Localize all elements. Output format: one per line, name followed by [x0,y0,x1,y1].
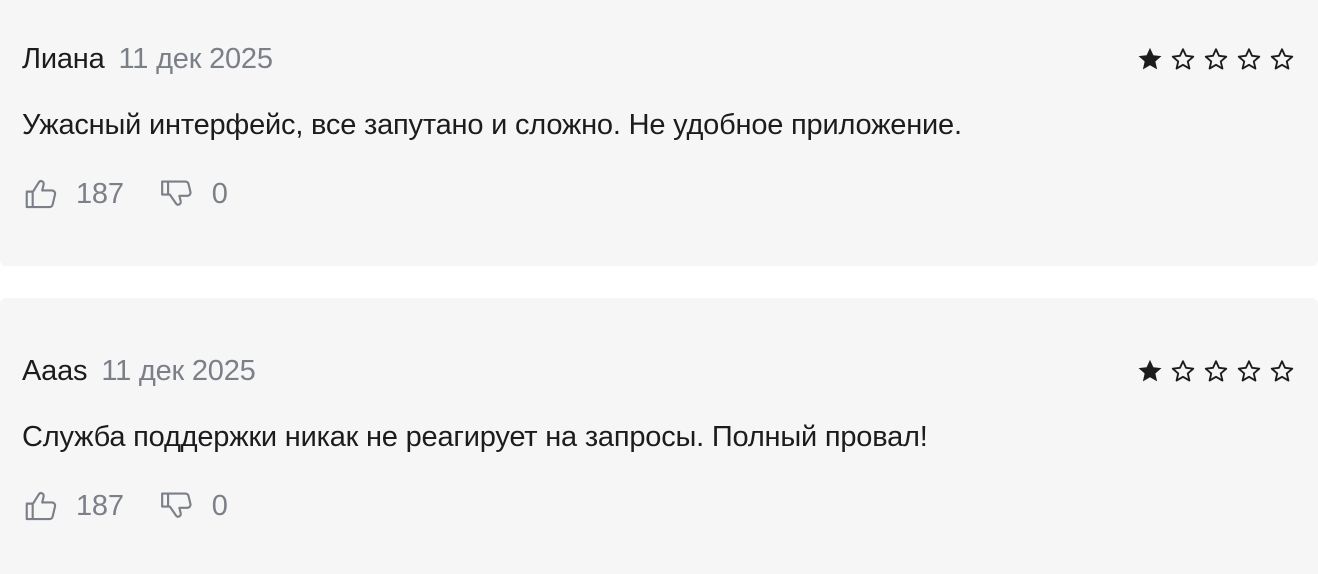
review-card: Лиана 11 дек 2025 Ужасный интерфейс, все… [0,0,1318,266]
review-author: Лиана [22,42,105,75]
dislike-button[interactable]: 0 [158,175,228,213]
review-card: Aaas 11 дек 2025 Служба поддержки никак … [0,298,1318,574]
review-actions: 187 0 [22,174,228,214]
thumbs-up-icon [25,179,57,209]
like-button[interactable]: 187 [22,175,124,213]
star-outline-icon [1237,48,1261,70]
star-outline-icon [1237,360,1261,382]
review-header: Лиана 11 дек 2025 [22,42,1296,76]
thumbs-up-icon [25,491,57,521]
thumbs-down-icon [160,180,192,206]
star-rating [1136,357,1296,385]
like-count: 187 [76,177,124,210]
review-date: 11 дек 2025 [118,42,273,75]
review-date: 11 дек 2025 [101,354,256,387]
dislike-count: 0 [211,489,228,522]
dislike-button[interactable]: 0 [158,487,228,525]
star-outline-icon [1270,360,1294,382]
review-text: Ужасный интерфейс, все запутано и сложно… [22,109,962,141]
review-author: Aaas [22,354,88,387]
like-button[interactable]: 187 [22,487,124,525]
star-outline-icon [1204,48,1228,70]
review-header: Aaas 11 дек 2025 [22,354,1296,388]
star-outline-icon [1171,48,1195,70]
reviews-list: Лиана 11 дек 2025 Ужасный интерфейс, все… [0,0,1318,574]
dislike-count: 0 [211,177,228,210]
like-count: 187 [76,489,124,522]
star-outline-icon [1270,48,1294,70]
star-rating [1136,45,1296,73]
star-outline-icon [1171,360,1195,382]
review-actions: 187 0 [22,486,228,526]
star-outline-icon [1204,360,1228,382]
star-filled-icon [1138,47,1162,70]
thumbs-down-icon [160,492,192,518]
review-text: Служба поддержки никак не реагирует на з… [22,421,928,453]
star-filled-icon [1138,359,1162,382]
